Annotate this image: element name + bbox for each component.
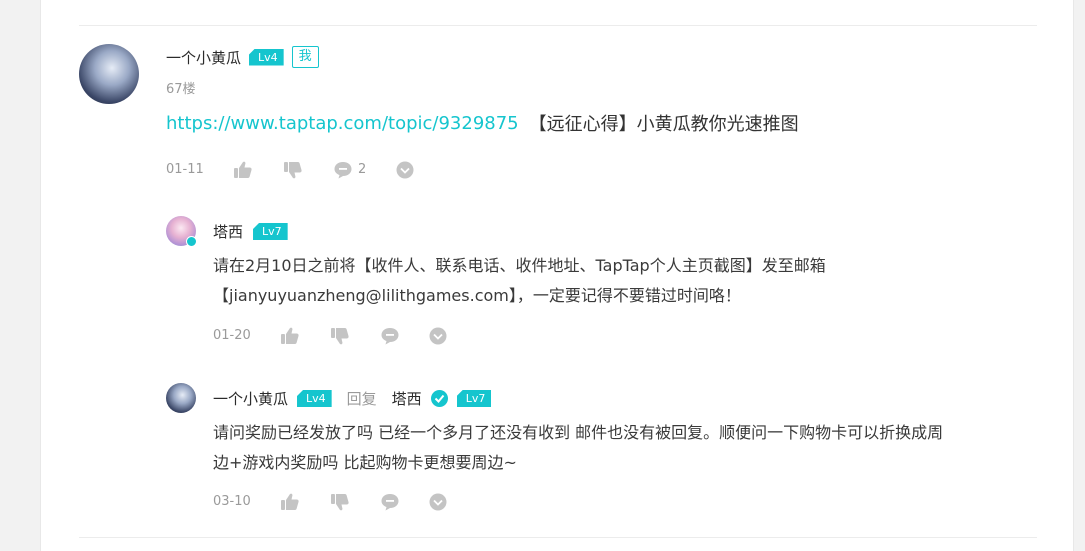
comment-header: 一个小黄瓜 Lv4 我 (166, 46, 319, 68)
verified-icon (430, 390, 448, 407)
reply-text-line-1: 请在2月10日之前将【收件人、联系电话、收件地址、TapTap个人主页截图】发至… (213, 256, 826, 275)
level-badge: Lv4 (249, 48, 284, 66)
me-badge: 我 (291, 46, 319, 68)
thumb-down-icon[interactable] (330, 492, 350, 512)
thumb-down-icon[interactable] (283, 160, 303, 180)
comment-text: 【远征心得】小黄瓜教你光速推图 (528, 114, 799, 135)
reply-count: 2 (358, 162, 367, 177)
comment-panel: 一个小黄瓜 Lv4 我 67楼 https://www.taptap.com/t… (40, 0, 1074, 551)
reply-header: 塔西 Lv7 (213, 221, 288, 242)
avatar[interactable] (79, 44, 139, 104)
username[interactable]: 一个小黄瓜 (166, 47, 241, 68)
comment-date: 01-11 (166, 162, 204, 177)
reply-date: 03-10 (213, 494, 251, 509)
reply-text-line-2: 【jianyuyuanzheng@lilithgames.com】，一定要记得不… (213, 286, 741, 305)
thumb-up-icon[interactable] (280, 492, 300, 512)
verified-icon (186, 236, 197, 247)
floor-number: 67楼 (166, 82, 196, 97)
reply-header: 一个小黄瓜 Lv4 回复 塔西 Lv7 (213, 388, 492, 409)
level-badge: Lv7 (253, 223, 288, 240)
reply-text-line-1: 请问奖励已经发放了吗 已经一个多月了还没有收到 邮件也没有被回复。顺便问一下购物… (213, 423, 944, 442)
comment-icon[interactable] (333, 160, 353, 180)
bottom-divider (79, 537, 1037, 538)
reply-username[interactable]: 塔西 (213, 221, 243, 242)
reply-username[interactable]: 一个小黄瓜 (213, 388, 288, 409)
chevron-down-icon[interactable] (428, 492, 448, 512)
topic-link[interactable]: https://www.taptap.com/topic/9329875 (166, 113, 519, 134)
chevron-down-icon[interactable] (428, 326, 448, 346)
top-divider (79, 25, 1037, 26)
reply-avatar[interactable] (166, 383, 196, 413)
thumb-up-icon[interactable] (233, 160, 253, 180)
chevron-down-icon[interactable] (395, 160, 415, 180)
reply-label: 回复 (346, 390, 377, 408)
comment-icon[interactable] (380, 326, 400, 346)
reply-text-line-2: 边+游戏内奖励吗 比起购物卡更想要周边~ (213, 453, 517, 472)
reply-date: 01-20 (213, 328, 251, 343)
thumb-down-icon[interactable] (330, 326, 350, 346)
level-badge: Lv7 (456, 390, 492, 407)
comment-icon[interactable] (380, 492, 400, 512)
level-badge: Lv4 (297, 390, 332, 407)
comment-body: https://www.taptap.com/topic/9329875 【远征… (166, 110, 799, 136)
thumb-up-icon[interactable] (280, 326, 300, 346)
reply-target-username[interactable]: 塔西 (392, 388, 422, 409)
